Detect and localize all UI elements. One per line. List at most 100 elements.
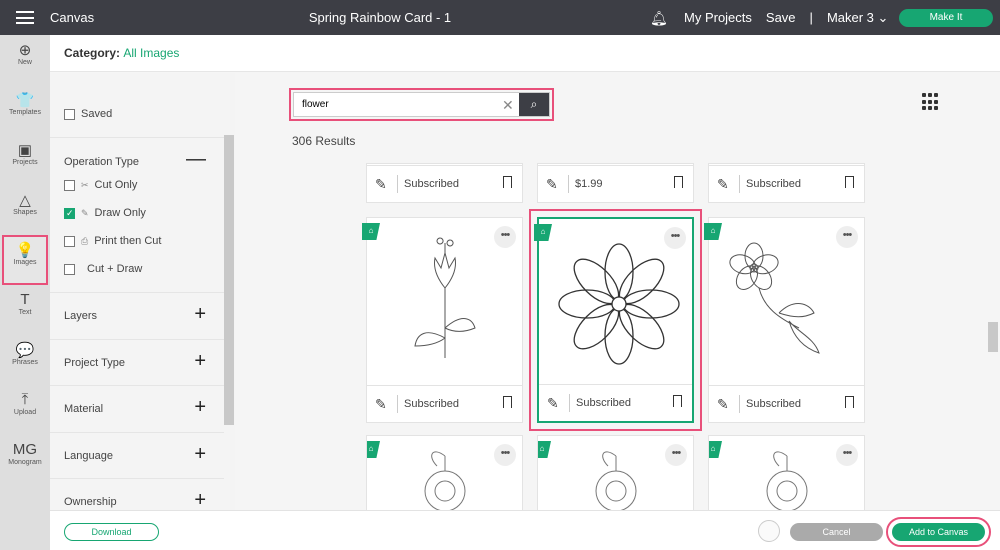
rail-item-phrases[interactable]: 💬 Phrases [0,335,50,385]
plus-icon[interactable]: + [194,303,206,326]
plus-icon[interactable]: + [194,350,206,373]
option-icon: ⎙ [81,235,89,246]
my-projects-link[interactable]: My Projects [684,10,752,26]
filter-option[interactable]: ✂ Cut Only [64,179,137,191]
rail-item-shapes[interactable]: △ Shapes [0,185,50,235]
more-options-icon[interactable]: ••• [494,444,516,466]
clear-icon[interactable]: ✕ [502,97,514,114]
rail-label: New [17,59,32,66]
image-card[interactable]: ✎ Subscribed [366,163,523,203]
rail-item-text[interactable]: T Text [0,285,50,335]
image-card[interactable]: ⌂ ••• ✎ Subscribed [529,209,702,431]
pen-icon: ✎ [717,395,729,412]
new-icon: ⊕ [18,42,32,59]
filter-option[interactable]: ⎙ Print then Cut [64,235,161,247]
main-scrollbar[interactable] [988,322,998,352]
bookmark-icon[interactable] [503,176,512,188]
image-card[interactable]: ⌂ ••• ✎ Subscribed [704,217,865,423]
more-options-icon[interactable]: ••• [494,226,516,248]
image-card[interactable]: ⌂ ••• [537,435,694,515]
image-card[interactable]: ⌂ ••• ✎ Subscribed [362,217,523,423]
divider [739,395,740,413]
rail-label: Text [18,309,32,316]
rail-label: Monogram [8,459,42,466]
filter-section[interactable]: Layers + [50,292,224,338]
saved-filter[interactable]: Saved [64,108,112,120]
filter-scrollbar[interactable] [224,135,234,425]
filter-section[interactable]: Material + [50,385,224,431]
rail-label: Images [13,259,37,266]
image-card[interactable]: ✎ $1.99 [537,163,694,203]
bell-icon[interactable]: 🔔︎ [650,10,668,27]
image-card[interactable]: ⌂ ••• [708,435,865,515]
more-options-icon[interactable]: ••• [665,444,687,466]
bookmark-icon[interactable] [845,396,854,408]
option-label: Draw Only [94,207,146,219]
checkbox[interactable] [64,207,75,219]
price-label: Subscribed [746,398,802,410]
category-header: Category: All Images [50,35,1000,72]
search-input[interactable] [294,93,494,116]
pen-icon: ✎ [546,175,558,192]
category-label: Category: [64,46,121,60]
pen-icon: ✎ [375,395,387,412]
divider [397,395,398,413]
machine-label: Maker 3 [826,10,874,25]
category-value[interactable]: All Images [123,46,179,60]
option-label: Cut + Draw [87,263,143,275]
chevron-down-icon: ⌄ [877,10,889,25]
plus-icon[interactable]: + [194,443,206,466]
save-link[interactable]: Save [766,10,796,26]
operation-type-section[interactable]: Operation Type — [50,137,224,183]
more-options-icon[interactable]: ••• [836,226,858,248]
rail-item-new[interactable]: ⊕ New [0,35,50,85]
checkbox[interactable] [64,179,75,191]
templates-icon: 👕 [15,92,35,109]
filter-section[interactable]: Language + [50,431,224,478]
filter-section[interactable]: Project Type + [50,338,224,385]
card-footer: ✎ Subscribed [367,385,522,422]
filter-option[interactable]: ✎ Draw Only [64,207,146,219]
phrases-icon: 💬 [15,342,35,359]
rail-item-projects[interactable]: ▣ Projects [0,135,50,185]
option-label: Cut Only [94,179,138,191]
download-button[interactable]: Download [64,523,159,541]
filter-section[interactable]: Ownership + [50,478,224,510]
minus-icon[interactable]: — [186,148,206,171]
bookmark-icon[interactable] [673,395,682,407]
plus-icon[interactable]: + [194,489,206,510]
divider [569,394,570,412]
rail-item-monogram[interactable]: MG Monogram [0,435,50,485]
cancel-button[interactable]: Cancel [790,523,883,541]
bookmark-icon[interactable] [503,396,512,408]
image-card[interactable]: ✎ Subscribed [708,163,865,203]
bookmark-icon[interactable] [674,176,683,188]
section-title: Ownership [64,496,117,508]
filter-option[interactable]: Cut + Draw [64,263,142,275]
left-rail: ⊕ New 👕 Templates ▣ Projects △ Shapes 💡 Images T Te… [0,35,50,550]
rail-item-images[interactable]: 💡 Images [2,235,48,285]
checkbox[interactable] [64,263,75,275]
more-options-icon[interactable]: ••• [836,444,858,466]
image-card[interactable]: ⌂ ••• [366,435,523,515]
grid-view-icon[interactable] [922,93,940,111]
checkbox[interactable] [64,235,75,247]
machine-select[interactable]: Maker 3 ⌄ [827,10,889,26]
price-label: Subscribed [404,178,460,190]
rail-label: Phrases [12,359,38,366]
card-footer: ✎ Subscribed [709,165,864,202]
option-icon: ✂ [81,179,89,190]
rail-label: Templates [9,109,41,116]
more-options-icon[interactable]: ••• [664,227,686,249]
rail-item-templates[interactable]: 👕 Templates [0,85,50,135]
add-to-canvas-button[interactable]: Add to Canvas [886,517,991,547]
bookmark-icon[interactable] [845,176,854,188]
images-icon: 💡 [15,242,35,259]
project-title: Spring Rainbow Card - 1 [308,10,452,25]
checkbox[interactable] [64,108,75,120]
card-footer: ✎ $1.99 [538,165,693,202]
make-it-button[interactable]: Make It [899,9,993,27]
rail-item-upload[interactable]: ⤒ Upload [0,385,50,435]
plus-icon[interactable]: + [194,396,206,419]
search-button[interactable]: ⌕ [519,93,549,116]
